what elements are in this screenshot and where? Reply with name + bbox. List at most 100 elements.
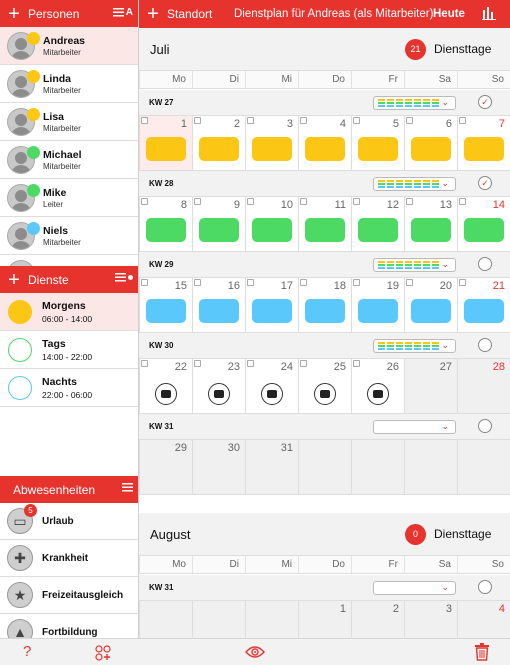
week-template-select[interactable]: ⌄	[373, 258, 456, 272]
corner-edit-icon[interactable]	[141, 360, 148, 367]
shift-block[interactable]	[146, 137, 186, 161]
day-cell[interactable]: 5	[351, 116, 404, 171]
corner-edit-icon[interactable]	[247, 198, 254, 205]
corner-edit-icon[interactable]	[300, 117, 307, 124]
day-cell[interactable]: 7	[457, 116, 510, 171]
day-cell[interactable]: 1	[298, 601, 351, 638]
corner-edit-icon[interactable]	[353, 360, 360, 367]
week-template-select[interactable]: ⌄	[373, 96, 456, 110]
add-shift-button[interactable]: +	[0, 270, 28, 290]
today-button[interactable]: Heute	[433, 8, 465, 20]
shift-block[interactable]	[305, 299, 345, 323]
corner-edit-icon[interactable]	[194, 360, 201, 367]
day-cell[interactable]: 30	[192, 440, 245, 495]
sort-absences-button[interactable]	[122, 483, 133, 492]
absence-item[interactable]: ✚ Krankheit	[0, 540, 138, 577]
corner-edit-icon[interactable]	[194, 117, 201, 124]
day-cell[interactable]: 13	[404, 197, 457, 252]
day-cell[interactable]: 6	[404, 116, 457, 171]
day-cell[interactable]: 24	[245, 359, 298, 414]
day-cell[interactable]: 25	[298, 359, 351, 414]
person-item[interactable]: Niels Mitarbeiter	[0, 217, 138, 255]
location-button[interactable]: Standort	[167, 7, 212, 21]
day-cell[interactable]: 22	[139, 359, 192, 414]
corner-edit-icon[interactable]	[300, 279, 307, 286]
shift-block[interactable]	[199, 137, 239, 161]
corner-edit-icon[interactable]	[459, 198, 466, 205]
week-template-select[interactable]: ⌄	[373, 339, 456, 353]
person-item[interactable]: Michael Mitarbeiter	[0, 141, 138, 179]
shift-block[interactable]	[252, 218, 292, 242]
day-cell[interactable]: 20	[404, 278, 457, 333]
day-cell[interactable]: 9	[192, 197, 245, 252]
corner-edit-icon[interactable]	[194, 279, 201, 286]
corner-edit-icon[interactable]	[406, 198, 413, 205]
shift-block[interactable]	[199, 299, 239, 323]
person-item[interactable]: Andreas Mitarbeiter	[0, 27, 138, 65]
day-cell[interactable]: 11	[298, 197, 351, 252]
day-cell[interactable]: 16	[192, 278, 245, 333]
absence-item[interactable]: ▲ Fortbildung	[0, 614, 138, 638]
shift-block[interactable]	[146, 299, 186, 323]
add-person-button[interactable]: +	[0, 4, 28, 24]
empty-circle-icon[interactable]	[478, 257, 492, 271]
sort-shifts-button[interactable]	[115, 273, 133, 282]
shift-block[interactable]	[411, 299, 451, 323]
corner-edit-icon[interactable]	[141, 117, 148, 124]
day-cell[interactable]: 2	[192, 116, 245, 171]
shift-item[interactable]: Morgens 06:00 - 14:00	[0, 293, 138, 331]
shift-block[interactable]	[252, 299, 292, 323]
corner-edit-icon[interactable]	[194, 198, 201, 205]
shift-block[interactable]	[411, 218, 451, 242]
shift-block[interactable]	[464, 299, 504, 323]
corner-edit-icon[interactable]	[300, 198, 307, 205]
day-cell[interactable]	[298, 440, 351, 495]
corner-edit-icon[interactable]	[353, 279, 360, 286]
day-cell[interactable]: 15	[139, 278, 192, 333]
day-cell[interactable]: 14	[457, 197, 510, 252]
shift-block[interactable]	[305, 137, 345, 161]
empty-circle-icon[interactable]	[478, 580, 492, 594]
day-cell[interactable]: 3	[404, 601, 457, 638]
corner-edit-icon[interactable]	[353, 198, 360, 205]
day-cell[interactable]: 12	[351, 197, 404, 252]
corner-edit-icon[interactable]	[406, 279, 413, 286]
corner-edit-icon[interactable]	[247, 360, 254, 367]
shift-block[interactable]	[305, 218, 345, 242]
corner-edit-icon[interactable]	[406, 117, 413, 124]
corner-edit-icon[interactable]	[459, 117, 466, 124]
day-cell[interactable]: 28	[457, 359, 510, 414]
shift-item[interactable]: Nachts 22:00 - 06:00	[0, 369, 138, 407]
week-template-select[interactable]: ⌄	[373, 581, 456, 595]
day-cell[interactable]: 23	[192, 359, 245, 414]
day-cell[interactable]: 29	[139, 440, 192, 495]
corner-edit-icon[interactable]	[247, 117, 254, 124]
empty-circle-icon[interactable]	[478, 338, 492, 352]
person-item[interactable]: Mike Leiter	[0, 179, 138, 217]
day-cell[interactable]	[245, 601, 298, 638]
day-cell[interactable]	[404, 440, 457, 495]
corner-edit-icon[interactable]	[459, 279, 466, 286]
day-cell[interactable]: 10	[245, 197, 298, 252]
absence-item[interactable]: ▭ 5 Urlaub	[0, 503, 138, 540]
shift-block[interactable]	[146, 218, 186, 242]
add-group-icon[interactable]	[95, 645, 111, 665]
day-cell[interactable]: 27	[404, 359, 457, 414]
trash-icon[interactable]	[475, 643, 489, 665]
corner-edit-icon[interactable]	[141, 198, 148, 205]
day-cell[interactable]: 26	[351, 359, 404, 414]
day-cell[interactable]	[351, 440, 404, 495]
checkmark-circle-icon[interactable]: ✓	[478, 95, 492, 109]
day-cell[interactable]: 8	[139, 197, 192, 252]
shift-block[interactable]	[358, 218, 398, 242]
corner-edit-icon[interactable]	[141, 279, 148, 286]
day-cell[interactable]: 31	[245, 440, 298, 495]
day-cell[interactable]	[457, 440, 510, 495]
day-cell[interactable]: 17	[245, 278, 298, 333]
shift-block[interactable]	[464, 218, 504, 242]
shift-block[interactable]	[464, 137, 504, 161]
statistics-icon[interactable]	[482, 6, 496, 20]
day-cell[interactable]: 21	[457, 278, 510, 333]
person-item[interactable]: Lisa Mitarbeiter	[0, 103, 138, 141]
week-template-select[interactable]: ⌄	[373, 420, 456, 434]
